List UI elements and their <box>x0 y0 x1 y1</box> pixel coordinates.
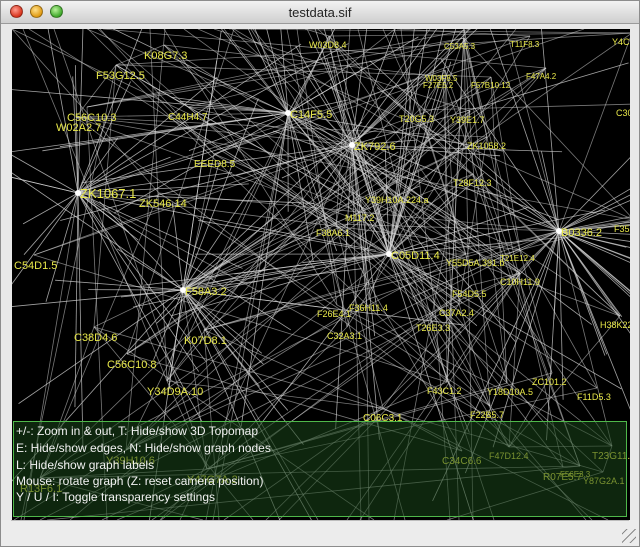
node-label[interactable]: F35C11.1 <box>614 224 630 234</box>
node-label[interactable]: C10H11.9 <box>500 277 540 287</box>
node-label[interactable]: H38K22.2 <box>600 320 630 330</box>
node-label[interactable]: T28F12.3 <box>453 178 492 188</box>
node-label[interactable]: C32A3.1 <box>327 331 362 341</box>
node-label[interactable]: C53A5.3 <box>444 42 476 51</box>
graph-edge <box>12 29 160 194</box>
hub-edge <box>23 192 79 255</box>
node-label[interactable]: Y34D9A.10 <box>147 386 203 398</box>
graph-viewport[interactable]: C14F5.5 ZK792.6 ZK1067.1 F58A3.2 C05D11.4 B03… <box>12 29 630 520</box>
hub-edge <box>171 202 184 291</box>
hub-edge <box>558 230 608 355</box>
node-label[interactable]: M117.2 <box>345 213 374 223</box>
node-label[interactable]: T20G5.3 <box>399 114 434 124</box>
node-label[interactable]: W03D8.4 <box>309 40 347 50</box>
node-label[interactable]: Y39E1.7 <box>450 115 485 125</box>
node-label[interactable]: F27E5.2 <box>423 81 454 90</box>
node-label[interactable]: F26E4.1 <box>317 309 351 319</box>
node-label[interactable]: F11D5.3 <box>577 392 611 402</box>
hub-node-label[interactable]: ZK792.6 <box>354 141 396 153</box>
hub-edge <box>388 253 420 322</box>
window-title: testdata.sif <box>288 5 352 20</box>
node-label[interactable]: ZK546.14 <box>139 198 187 210</box>
node-label[interactable]: K07D8.1 <box>184 335 227 347</box>
hub-edge <box>558 230 630 295</box>
hub-edge <box>77 137 119 194</box>
node-label[interactable]: C54D1.5 <box>14 260 57 272</box>
title-bar[interactable]: testdata.sif <box>1 1 639 24</box>
graph-edge <box>86 29 472 108</box>
graph-edge <box>75 116 510 448</box>
node-label[interactable]: Y39H10A.224.a <box>365 195 429 205</box>
node-label[interactable]: C30B5.2 <box>616 108 630 118</box>
graph-edge <box>558 37 630 232</box>
node-label[interactable]: T26E3.3 <box>416 323 450 333</box>
node-label[interactable]: C38D4.6 <box>74 332 117 344</box>
help-line-mouse: Mouse: rotate graph (Z: reset camera pos… <box>16 474 264 488</box>
hub-edge <box>77 192 84 450</box>
node-label[interactable]: ZC101.2 <box>532 377 567 387</box>
hub-edge <box>558 230 564 400</box>
hub-edge <box>541 29 560 232</box>
hub-edge <box>77 192 200 372</box>
node-label[interactable]: F43C1.2 <box>427 386 462 396</box>
hub-edge <box>45 192 79 302</box>
node-label[interactable]: F57B10.12 <box>471 81 511 90</box>
hub-node-label[interactable]: C14F5.5 <box>290 109 332 121</box>
hub-node-label[interactable]: ZK1067.1 <box>80 186 136 201</box>
node-label[interactable]: ZK1058.2 <box>467 141 506 151</box>
graph-edge <box>558 230 613 447</box>
node-label[interactable]: C56C10.8 <box>107 359 157 371</box>
node-label[interactable]: K08G7.3 <box>144 50 187 62</box>
hub-edge <box>12 89 289 114</box>
node-label[interactable]: F54D5.5 <box>452 289 487 299</box>
help-line-edges: E: Hide/show edges, N: Hide/show graph n… <box>16 441 271 455</box>
hub-edge <box>12 176 79 194</box>
hub-node-label[interactable]: B0336.2 <box>561 227 602 239</box>
node-label[interactable]: F36H11.4 <box>349 303 388 313</box>
node-label[interactable]: Y18D10A.5 <box>487 387 533 397</box>
hub-edge <box>546 230 560 441</box>
divider <box>11 520 629 521</box>
node-label[interactable]: F47A4.2 <box>526 72 557 81</box>
graph-edge <box>382 29 420 111</box>
node-label[interactable]: F22B5.7 <box>470 410 504 420</box>
node-label[interactable]: Y55D5A.391.b <box>446 258 505 268</box>
hub-edge <box>77 29 84 194</box>
node-label[interactable]: T11F8.3 <box>510 40 540 49</box>
hub-node-label[interactable]: F58A3.2 <box>185 286 227 298</box>
node-label[interactable]: EEED8.5 <box>194 159 236 170</box>
resize-grip-icon[interactable] <box>622 529 636 543</box>
hub-edge <box>12 289 184 307</box>
help-line-labels: L: Hide/show graph labels <box>16 458 155 472</box>
hub-edge <box>72 76 79 194</box>
node-label[interactable]: C37A2.4 <box>439 308 474 318</box>
help-line-transparency: Y / U / I: Toggle transparency settings <box>16 490 215 504</box>
node-label[interactable]: F38A6.1 <box>316 228 350 238</box>
help-line-zoom: +/-: Zoom in & out, T: Hide/show 3D Topo… <box>16 424 259 438</box>
node-label[interactable]: Y4C6B.2 <box>612 37 630 47</box>
graph-edge <box>519 249 598 389</box>
graph-edge <box>115 64 366 210</box>
help-overlay: +/-: Zoom in & out, T: Hide/show 3D Topo… <box>13 421 627 517</box>
status-bar <box>1 520 639 546</box>
hub-edge <box>22 192 79 225</box>
node-label[interactable]: C44H4.7 <box>168 112 208 123</box>
node-label[interactable]: W02A2.7 <box>56 122 101 134</box>
hub-edge <box>558 230 630 410</box>
hub-edge <box>351 144 380 440</box>
app-window: testdata.sif C14F5.5 ZK792.6 ZK1067.1 F58A3… <box>0 0 640 547</box>
node-label[interactable]: T21E12.4 <box>500 254 535 263</box>
node-label[interactable]: F53G12.5 <box>96 70 145 82</box>
graph-edge <box>115 32 630 66</box>
hub-node-label[interactable]: C05D11.4 <box>391 250 440 262</box>
